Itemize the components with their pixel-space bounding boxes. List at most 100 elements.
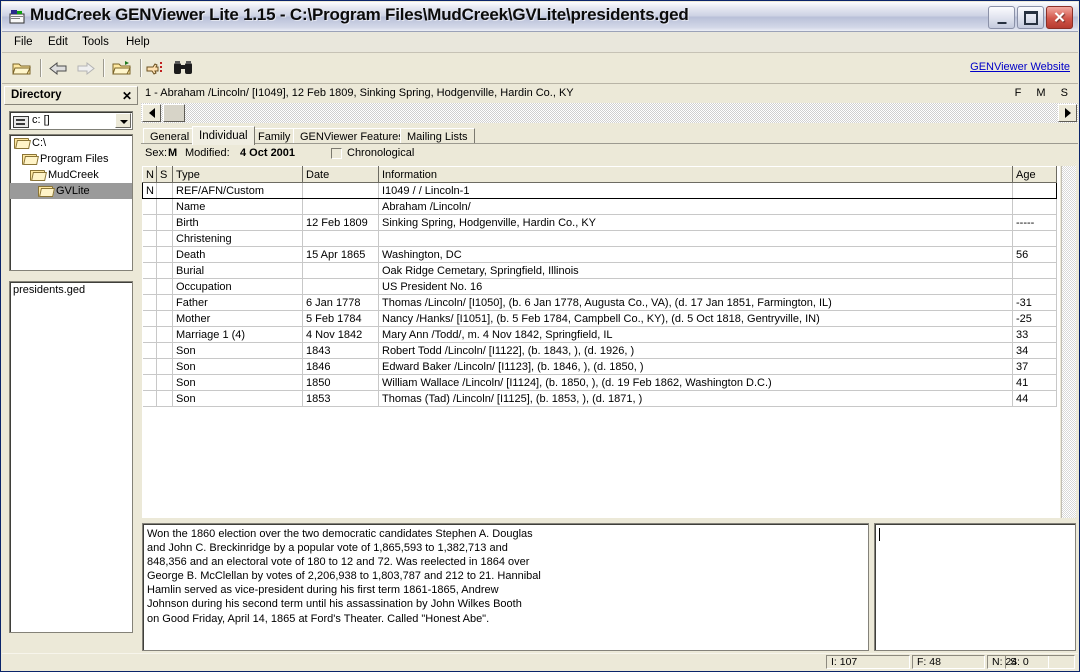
col-header-information[interactable]: Information	[379, 167, 1013, 183]
cell-type: Father	[173, 295, 303, 311]
application-window: MudCreek GENViewer Lite 1.15 - C:\Progra…	[0, 0, 1080, 672]
cell-type: Marriage 1 (4)	[173, 327, 303, 343]
cell-type: Mother	[173, 311, 303, 327]
menu-edit[interactable]: Edit	[42, 35, 74, 49]
cell-n	[143, 295, 157, 311]
table-row[interactable]: Son 1843 Robert Todd /Lincoln/ [I1122], …	[143, 343, 1057, 359]
table-row[interactable]: Death 15 Apr 1865 Washington, DC 56	[143, 247, 1057, 263]
folder-icon	[14, 138, 29, 149]
menu-help[interactable]: Help	[120, 35, 156, 49]
table-row[interactable]: Father 6 Jan 1778 Thomas /Lincoln/ [I105…	[143, 295, 1057, 311]
cell-information: William Wallace /Lincoln/ [I1124], (b. 1…	[379, 375, 1013, 391]
cell-s	[157, 375, 173, 391]
close-button[interactable]: ✕	[1046, 6, 1073, 29]
record-navigator[interactable]	[141, 103, 1078, 123]
table-row[interactable]: Son 1850 William Wallace /Lincoln/ [I112…	[143, 375, 1057, 391]
notes-line: George B. McClellan by votes of 2,206,93…	[147, 569, 864, 583]
table-row[interactable]: Burial Oak Ridge Cemetary, Springfield, …	[143, 263, 1057, 279]
cell-age	[1013, 263, 1057, 279]
pointer-list-icon[interactable]	[146, 59, 166, 78]
find-binoculars-icon[interactable]	[172, 59, 194, 78]
tree-item-mudcreek[interactable]: MudCreek	[10, 167, 132, 183]
reopen-folder-icon[interactable]	[112, 59, 132, 78]
folder-open-icon	[38, 186, 53, 197]
chronological-label: Chronological	[347, 147, 414, 159]
col-header-date[interactable]: Date	[303, 167, 379, 183]
title-bar: MudCreek GENViewer Lite 1.15 - C:\Progra…	[2, 2, 1078, 32]
cell-information: Abraham /Lincoln/	[379, 199, 1013, 215]
table-row[interactable]: N REF/AFN/Custom I1049 / / Lincoln-1	[143, 183, 1057, 199]
col-header-type[interactable]: Type	[173, 167, 303, 183]
tree-item-gvlite[interactable]: GVLite	[10, 183, 132, 199]
table-row[interactable]: Mother 5 Feb 1784 Nancy /Hanks/ [I1051],…	[143, 311, 1057, 327]
tab-underline	[141, 143, 1078, 144]
cell-type: Name	[173, 199, 303, 215]
table-row[interactable]: Son 1846 Edward Baker /Lincoln/ [I1123],…	[143, 359, 1057, 375]
toolbar: GENViewer Website	[2, 53, 1078, 84]
minimize-button[interactable]	[988, 6, 1015, 29]
col-header-n[interactable]: N	[143, 167, 157, 183]
individual-subbar: Sex: M Modified: 4 Oct 2001 Chronologica…	[141, 145, 1078, 163]
genviewer-website-link[interactable]: GENViewer Website	[970, 61, 1070, 73]
tab-genviewer-features[interactable]: GENViewer Features	[293, 128, 411, 144]
tab-mailing-lists[interactable]: Mailing Lists	[400, 128, 475, 144]
tab-family[interactable]: Family	[251, 128, 297, 144]
cell-s	[157, 263, 173, 279]
cell-type: Occupation	[173, 279, 303, 295]
folder-icon	[22, 154, 37, 165]
tab-individual[interactable]: Individual	[192, 126, 255, 145]
table-row[interactable]: Son 1853 Thomas (Tad) /Lincoln/ [I1125],…	[143, 391, 1057, 407]
cell-age: 33	[1013, 327, 1057, 343]
cell-information: Nancy /Hanks/ [I1051], (b. 5 Feb 1784, C…	[379, 311, 1013, 327]
cell-age: -31	[1013, 295, 1057, 311]
directory-tree[interactable]: C:\ Program Files MudCreek GVLite	[9, 134, 133, 271]
drive-select[interactable]: c: []	[9, 111, 133, 130]
close-icon[interactable]: ✕	[122, 88, 132, 104]
file-list[interactable]: presidents.ged	[9, 281, 133, 633]
cell-s	[157, 215, 173, 231]
record-scroll-thumb[interactable]	[163, 104, 185, 122]
cell-age	[1013, 183, 1057, 199]
cell-type: Son	[173, 343, 303, 359]
secondary-notes-pane[interactable]	[874, 523, 1076, 651]
open-folder-icon[interactable]	[12, 59, 32, 78]
directory-dock: Directory ✕ c: [] C:\ Program Files MudC…	[4, 86, 138, 654]
table-header-row: N S Type Date Information Age	[143, 167, 1057, 183]
chronological-checkbox[interactable]	[331, 148, 342, 159]
maximize-button[interactable]	[1017, 6, 1044, 29]
sex-value: M	[168, 147, 177, 159]
menu-file[interactable]: File	[8, 35, 39, 49]
notes-pane[interactable]: Won the 1860 election over the two democ…	[142, 523, 869, 651]
drive-icon	[13, 116, 29, 128]
events-grid[interactable]: N S Type Date Information Age N REF/AFN/…	[142, 166, 1060, 518]
cell-information: Thomas (Tad) /Lincoln/ [I1125], (b. 1853…	[379, 391, 1013, 407]
col-header-age[interactable]: Age	[1013, 167, 1057, 183]
cell-s	[157, 343, 173, 359]
list-item[interactable]: presidents.ged	[10, 282, 132, 298]
cell-n	[143, 279, 157, 295]
tree-item-c-root[interactable]: C:\	[10, 135, 132, 151]
table-row[interactable]: Marriage 1 (4) 4 Nov 1842 Mary Ann /Todd…	[143, 327, 1057, 343]
menu-tools[interactable]: Tools	[76, 35, 115, 49]
tab-general[interactable]: General	[143, 128, 196, 144]
cell-s	[157, 327, 173, 343]
table-row[interactable]: Occupation US President No. 16	[143, 279, 1057, 295]
col-header-s[interactable]: S	[157, 167, 173, 183]
table-row[interactable]: Christening	[143, 231, 1057, 247]
notes-line: on Good Friday, April 14, 1865 at Ford's…	[147, 612, 864, 626]
tree-item-label: C:\	[32, 137, 46, 149]
notes-line: and John C. Breckinridge by a popular vo…	[147, 541, 864, 555]
record-prev-button[interactable]	[142, 104, 161, 122]
close-icon: ✕	[1053, 10, 1066, 25]
record-next-button[interactable]	[1058, 104, 1077, 122]
notes-line: 848,356 and an electoral vote of 180 to …	[147, 555, 864, 569]
back-arrow-icon[interactable]	[48, 59, 68, 78]
cell-type: Birth	[173, 215, 303, 231]
cell-n	[143, 231, 157, 247]
chevron-down-icon[interactable]	[115, 113, 131, 128]
table-row[interactable]: Birth 12 Feb 1809 Sinking Spring, Hodgen…	[143, 215, 1057, 231]
grid-vertical-scrollbar[interactable]	[1061, 166, 1076, 518]
tree-item-program-files[interactable]: Program Files	[10, 151, 132, 167]
table-row[interactable]: Name Abraham /Lincoln/	[143, 199, 1057, 215]
cell-date: 1846	[303, 359, 379, 375]
